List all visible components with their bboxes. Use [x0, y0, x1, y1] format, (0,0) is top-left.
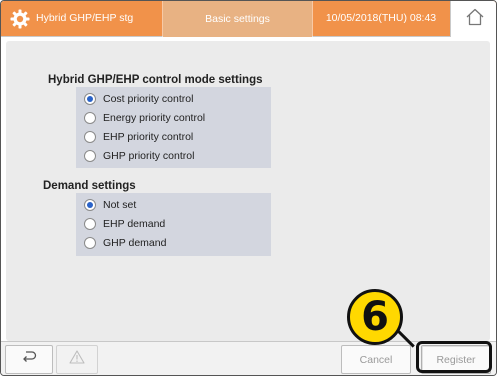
control-mode-radio-group: Cost priority control Energy priority co… — [76, 87, 271, 168]
radio-button[interactable] — [84, 131, 96, 143]
callout-highlight-box — [416, 341, 492, 373]
screen-title: Basic settings — [163, 1, 312, 37]
settings-panel: Hybrid GHP/EHP control mode settings Cos… — [6, 41, 490, 341]
back-button[interactable] — [5, 345, 53, 374]
warning-button[interactable] — [56, 345, 98, 374]
radio-button-selected[interactable] — [84, 199, 96, 211]
radio-label: EHP priority control — [103, 131, 194, 143]
radio-option-ghp-priority[interactable]: GHP priority control — [84, 146, 194, 166]
demand-radio-group: Not set EHP demand GHP demand — [76, 193, 271, 256]
radio-button[interactable] — [84, 150, 96, 162]
home-icon — [465, 8, 485, 31]
home-button[interactable] — [450, 1, 496, 37]
radio-button[interactable] — [84, 218, 96, 230]
radio-label: GHP priority control — [103, 150, 195, 162]
radio-option-ehp-priority[interactable]: EHP priority control — [84, 127, 193, 147]
radio-option-energy-priority[interactable]: Energy priority control — [84, 108, 205, 128]
gear-icon — [10, 9, 30, 29]
radio-label: GHP demand — [103, 237, 167, 249]
cancel-label: Cancel — [359, 353, 393, 366]
back-arrow-icon — [21, 350, 37, 369]
radio-button[interactable] — [84, 237, 96, 249]
radio-label: Energy priority control — [103, 112, 206, 124]
datetime-display: 10/05/2018(THU) 08:43 — [325, 12, 437, 24]
radio-button-selected[interactable] — [84, 93, 96, 105]
radio-button[interactable] — [84, 112, 96, 124]
radio-label: Cost priority control — [103, 93, 194, 105]
cancel-button[interactable]: Cancel — [341, 345, 411, 374]
radio-label: EHP demand — [103, 218, 166, 230]
radio-option-ehp-demand[interactable]: EHP demand — [84, 214, 165, 234]
control-mode-title: Hybrid GHP/EHP control mode settings — [48, 74, 263, 86]
radio-option-ghp-demand[interactable]: GHP demand — [84, 233, 166, 253]
step-number-badge: 6 — [347, 289, 403, 345]
warning-icon — [69, 350, 85, 369]
radio-option-not-set[interactable]: Not set — [84, 195, 136, 215]
demand-settings-title: Demand settings — [43, 180, 136, 192]
app-title: Hybrid GHP/EHP stg — [36, 12, 134, 24]
radio-label: Not set — [103, 199, 137, 211]
radio-option-cost-priority[interactable]: Cost priority control — [84, 89, 193, 109]
header-bar: Hybrid GHP/EHP stg Basic settings 10/05/… — [1, 1, 496, 37]
app-window: Hybrid GHP/EHP stg Basic settings 10/05/… — [0, 0, 497, 376]
